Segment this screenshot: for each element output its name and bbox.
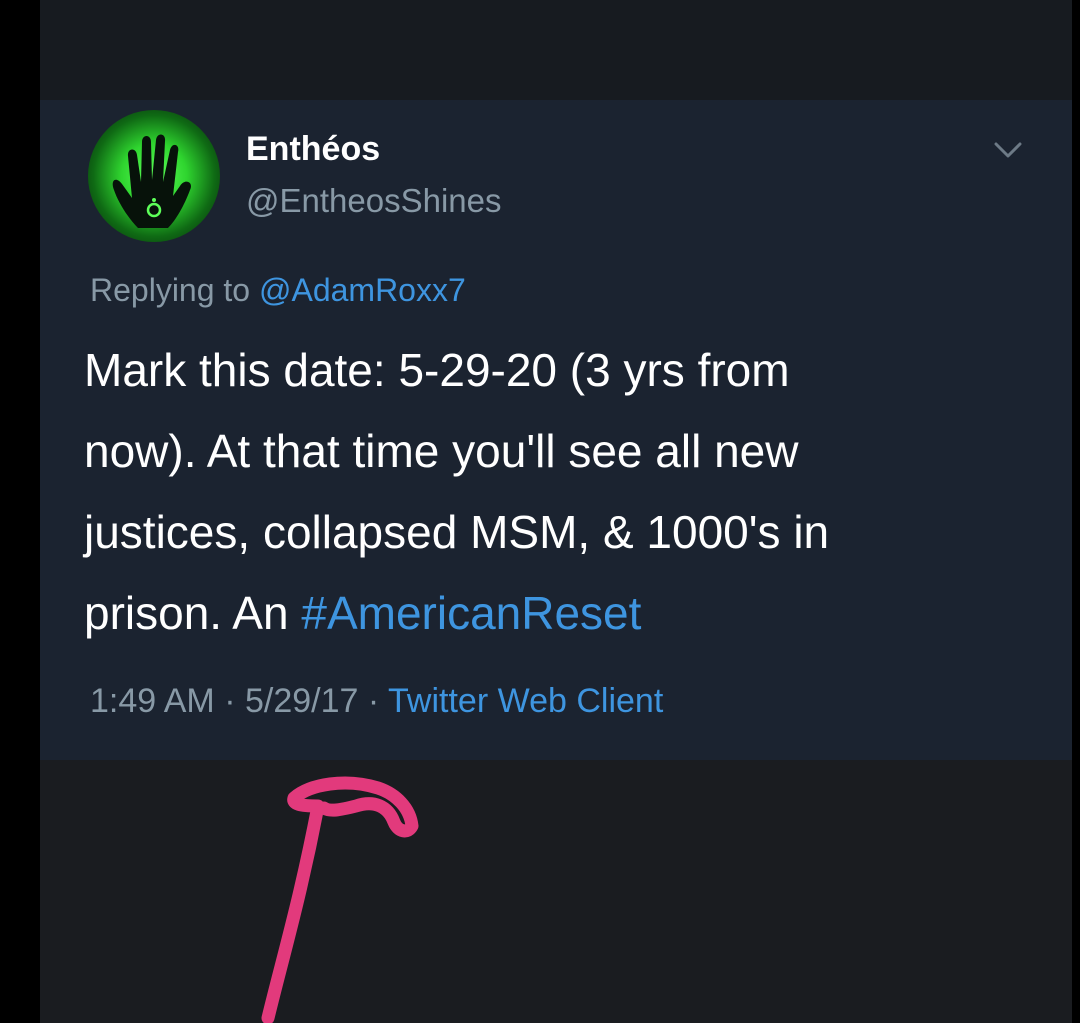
meta-separator: · xyxy=(214,682,245,720)
tweet-time[interactable]: 1:49 AM xyxy=(90,682,215,720)
tweet-text: Mark this date: 5-29-20 (3 yrs from now)… xyxy=(84,330,1024,654)
tweet-date[interactable]: 5/29/17 xyxy=(245,682,358,720)
chevron-down-icon[interactable] xyxy=(990,138,1026,162)
replying-to: Replying to @AdamRoxx7 xyxy=(90,272,466,309)
screenshot-frame: Enthéos @EntheosShines Replying to @Adam… xyxy=(0,0,1080,1023)
hashtag-link[interactable]: #AmericanReset xyxy=(301,587,641,639)
user-handle[interactable]: @EntheosShines xyxy=(246,182,502,220)
reply-handle-link[interactable]: @AdamRoxx7 xyxy=(259,272,466,308)
top-band xyxy=(40,0,1072,100)
tweet-text-line: justices, collapsed MSM, & 1000's in xyxy=(84,506,830,558)
twitter-screen: Enthéos @EntheosShines Replying to @Adam… xyxy=(40,0,1072,1023)
tweet-card[interactable]: Enthéos @EntheosShines Replying to @Adam… xyxy=(40,100,1072,760)
green-hand-icon xyxy=(112,134,191,228)
display-name[interactable]: Enthéos xyxy=(246,130,380,169)
tweet-text-fragment: prison. An xyxy=(84,587,302,639)
tweet-text-line: now). At that time you'll see all new xyxy=(84,425,799,477)
tweet-source-link[interactable]: Twitter Web Client xyxy=(388,682,663,720)
below-area xyxy=(40,760,1072,1023)
tweet-text-line: prison. An #AmericanReset xyxy=(84,573,1024,654)
avatar[interactable] xyxy=(88,110,220,242)
tweet-text-line: Mark this date: 5-29-20 (3 yrs from xyxy=(84,344,790,396)
tweet-meta: 1:49 AM · 5/29/17 · Twitter Web Client xyxy=(90,682,663,721)
replying-to-label: Replying to xyxy=(90,272,259,308)
meta-separator: · xyxy=(358,682,389,720)
